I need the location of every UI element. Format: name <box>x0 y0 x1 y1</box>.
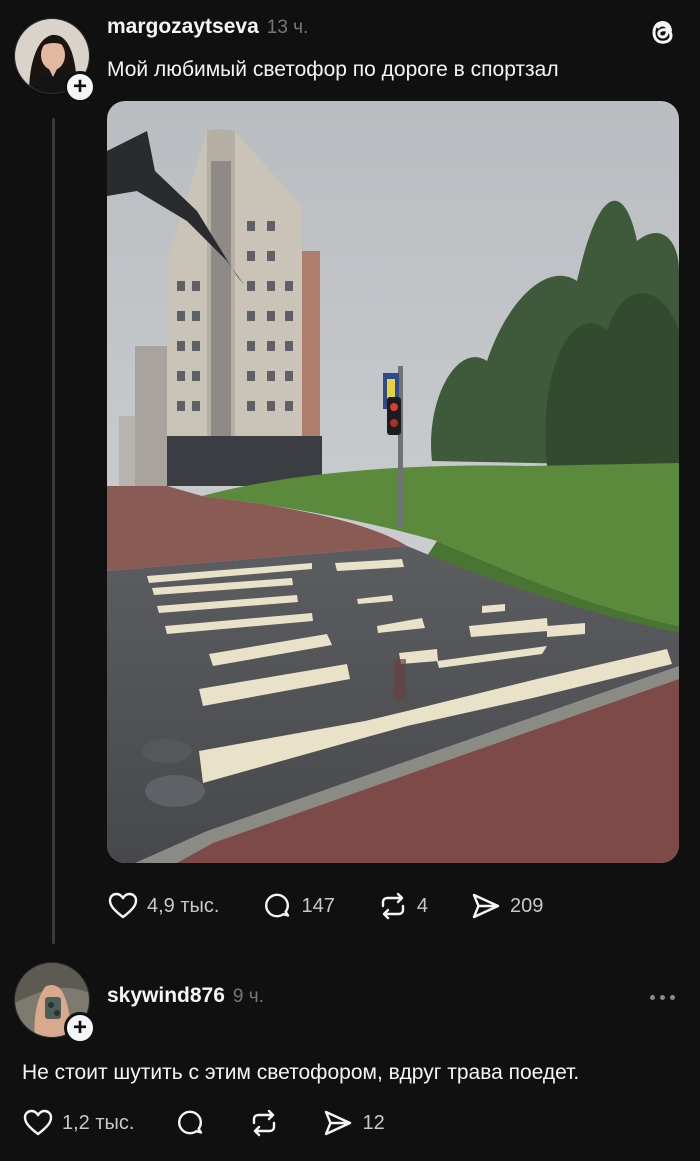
share-button[interactable]: 209 <box>470 890 543 922</box>
more-options-button[interactable] <box>650 995 675 1000</box>
repost-button[interactable]: 4 <box>377 890 428 922</box>
reply-repost-button[interactable] <box>248 1107 280 1139</box>
post-image[interactable] <box>107 101 679 863</box>
post-action-bar: 4,9 тыс. 147 4 209 <box>107 890 543 922</box>
send-icon <box>472 893 500 919</box>
post-time: 13 ч. <box>266 17 309 38</box>
reply-like-button[interactable]: 1,2 тыс. <box>22 1107 134 1139</box>
like-button[interactable]: 4,9 тыс. <box>107 890 219 922</box>
share-count: 209 <box>509 894 544 917</box>
repost-icon <box>381 892 405 920</box>
reply-time: 9 ч. <box>232 986 264 1007</box>
reply-share-button[interactable]: 12 <box>322 1107 385 1139</box>
reply-action-bar: 1,2 тыс. 12 <box>22 1107 385 1139</box>
like-count: 4,9 тыс. <box>147 894 220 917</box>
follow-author-button[interactable]: + <box>64 71 96 103</box>
speech-bubble-icon <box>265 893 290 918</box>
post-header: margozaytseva 13 ч. <box>107 15 308 39</box>
more-dots-icon <box>650 995 655 1000</box>
threads-logo-icon[interactable] <box>645 14 681 50</box>
post-text: Мой любимый светофор по дороге в спортза… <box>107 58 559 81</box>
comment-button[interactable]: 147 <box>261 890 335 922</box>
reply-comment-button[interactable] <box>174 1107 206 1139</box>
thread-connector-line <box>52 118 55 944</box>
reply-text: Не стоит шутить с этим светофором, вдруг… <box>22 1061 580 1084</box>
send-icon <box>325 1110 352 1136</box>
repost-count: 4 <box>416 894 428 917</box>
heart-icon <box>108 892 138 919</box>
reply-like-count: 1,2 тыс. <box>62 1111 135 1134</box>
repost-icon <box>253 1109 276 1137</box>
post-username[interactable]: margozaytseva <box>107 15 259 38</box>
follow-reply-author-button[interactable]: + <box>64 1012 96 1044</box>
comment-count: 147 <box>301 894 335 917</box>
plus-icon: + <box>72 73 87 100</box>
reply-header: skywind876 9 ч. <box>107 984 264 1008</box>
crosswalk-photo <box>107 101 679 863</box>
speech-bubble-icon <box>178 1110 203 1135</box>
plus-icon: + <box>72 1014 87 1041</box>
heart-icon <box>23 1109 53 1136</box>
reply-username[interactable]: skywind876 <box>107 984 225 1007</box>
reply-share-count: 12 <box>362 1111 385 1134</box>
